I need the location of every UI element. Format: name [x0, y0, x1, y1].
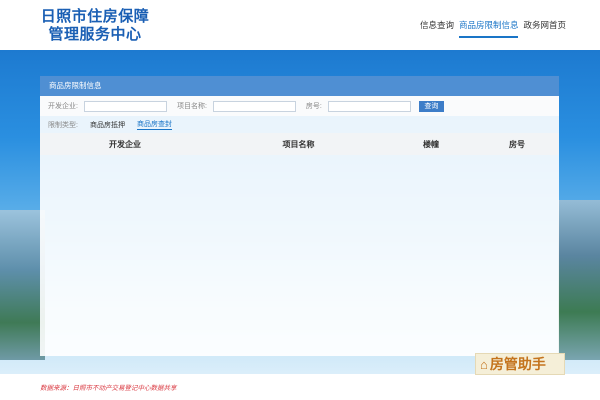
- table-header: 开发企业 项目名称 楼幢 房号: [40, 133, 559, 155]
- panel-title: 商品房限制信息: [40, 76, 559, 96]
- city-skyline-left: [0, 210, 45, 360]
- developer-input[interactable]: [83, 100, 167, 112]
- site-header: 日照市住房保障 管理服务中心 信息查询 商品房限制信息 政务网首页: [0, 0, 600, 50]
- type-option-seizure[interactable]: 商品房查封: [136, 119, 172, 130]
- site-logo[interactable]: 日照市住房保障 管理服务中心: [40, 8, 150, 44]
- nav-item-info-query[interactable]: 信息查询: [420, 19, 454, 38]
- nav-item-gov-home[interactable]: 政务网首页: [523, 19, 566, 38]
- top-nav: 信息查询 商品房限制信息 政务网首页: [420, 19, 566, 38]
- logo-line-2: 管理服务中心: [48, 26, 142, 43]
- room-input[interactable]: [327, 100, 411, 112]
- column-header-project: 项目名称: [282, 139, 315, 149]
- nav-item-restriction-info[interactable]: 商品房限制信息: [458, 19, 519, 38]
- restriction-type-row: 限制类型: 商品房抵押 商品房查封: [40, 116, 559, 133]
- restriction-panel: 商品房限制信息 开发企业: 项目名称: 房号: 查询 限制类型: 商品房抵押 商…: [40, 76, 559, 356]
- logo-line-1: 日照市住房保障: [40, 8, 150, 25]
- query-button[interactable]: 查询: [418, 100, 444, 112]
- search-row: 开发企业: 项目名称: 房号: 查询: [40, 96, 559, 116]
- data-source-note: 数据来源：日照市不动产交易登记中心数据共享: [40, 385, 177, 392]
- project-input[interactable]: [212, 100, 296, 112]
- project-label: 项目名称:: [176, 103, 207, 110]
- restriction-type-label: 限制类型:: [48, 121, 78, 129]
- city-skyline-right: [558, 200, 600, 360]
- app-watermark: ⌂ 房管助手: [475, 353, 565, 375]
- developer-label: 开发企业:: [48, 103, 78, 110]
- table-body: [40, 155, 559, 356]
- type-option-mortgage[interactable]: 商品房抵押: [90, 120, 125, 130]
- room-label: 房号:: [305, 103, 322, 110]
- column-header-building: 楼幢: [423, 139, 439, 149]
- watermark-text: 房管助手: [489, 356, 546, 372]
- watermark-icon: ⌂: [480, 356, 488, 372]
- column-header-developer: 开发企业: [109, 139, 141, 149]
- column-header-room: 房号: [509, 139, 525, 149]
